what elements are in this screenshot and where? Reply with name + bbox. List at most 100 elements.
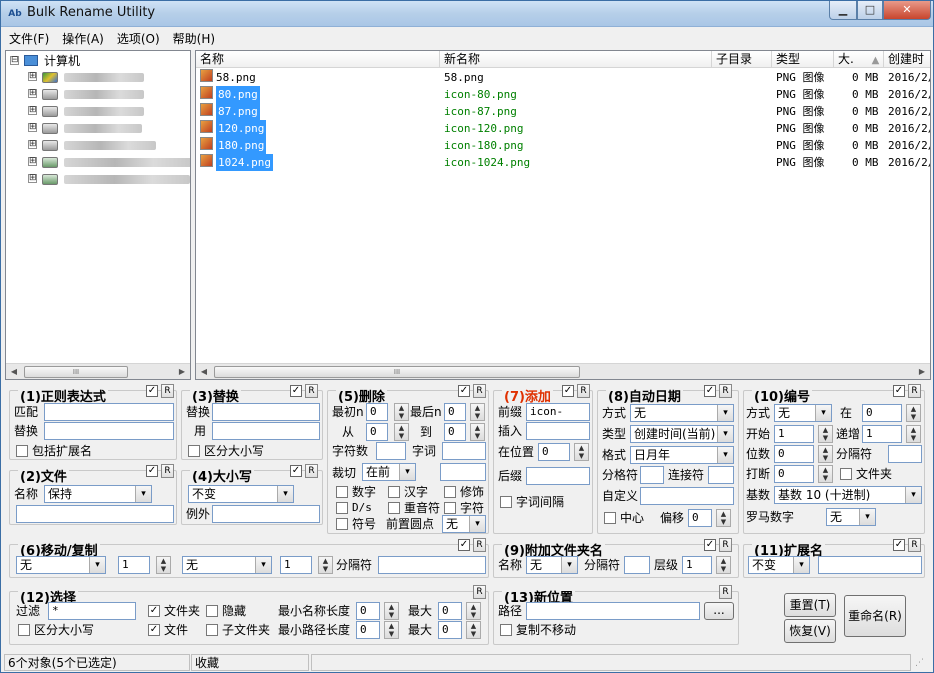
from-input[interactable]: 0 <box>366 423 388 441</box>
ext-enable-checkbox[interactable]: ✓ <box>893 539 905 551</box>
tree-item[interactable]: ⊞ <box>6 69 190 85</box>
num-pad-input[interactable]: 0 <box>774 445 814 463</box>
scroll-thumb[interactable]: III <box>214 366 580 378</box>
numbering-enable-checkbox[interactable]: ✓ <box>893 385 905 397</box>
expand-icon[interactable]: ⊞ <box>28 89 37 98</box>
file-row[interactable]: 180.png icon-180.png PNG 图像 0 MB 2016/2/ <box>196 137 930 154</box>
hanzi-checkbox[interactable] <box>388 486 400 498</box>
case-reset-button[interactable]: R <box>305 464 318 478</box>
column-size[interactable]: 大. ▲ <box>834 51 884 68</box>
num-start-input[interactable]: 1 <box>774 425 814 443</box>
date-mode-select[interactable]: 无 <box>630 404 734 422</box>
file-row[interactable]: 120.png icon-120.png PNG 图像 0 MB 2016/2/ <box>196 120 930 137</box>
menu-options[interactable]: 选项(O) <box>109 28 165 47</box>
filter-input[interactable]: * <box>48 602 136 620</box>
remove-enable-checkbox[interactable]: ✓ <box>458 385 470 397</box>
collapse-icon[interactable]: ⊟ <box>10 56 19 65</box>
column-type[interactable]: 类型 <box>772 51 834 68</box>
sel-files-checkbox[interactable]: ✓ <box>148 624 160 636</box>
num-incr-input[interactable]: 1 <box>862 425 902 443</box>
crop-select[interactable]: 在前 <box>362 463 416 481</box>
accents-checkbox[interactable] <box>388 502 400 514</box>
date-format-select[interactable]: 日月年 <box>630 446 734 464</box>
expand-icon[interactable]: ⊞ <box>28 174 37 183</box>
remove-reset-button[interactable]: R <box>473 384 486 398</box>
move-reset-button[interactable]: R <box>473 538 486 552</box>
menu-actions[interactable]: 操作(A) <box>54 28 109 47</box>
move-count-spinner[interactable]: ▲ ▼ <box>156 556 171 574</box>
maximize-button[interactable]: □ <box>857 1 883 20</box>
column-name[interactable]: 名称 <box>196 51 440 68</box>
folder-enable-checkbox[interactable]: ✓ <box>704 539 716 551</box>
min-path-input[interactable]: 0 <box>356 621 380 639</box>
date-type-select[interactable]: 创建时间(当前) <box>630 425 734 443</box>
num-break-spinner[interactable]: ▲ ▼ <box>818 465 833 483</box>
minimize-button[interactable]: ▁ <box>829 1 857 20</box>
path-input[interactable] <box>526 602 700 620</box>
numbering-reset-button[interactable]: R <box>908 384 921 398</box>
suffix-input[interactable] <box>526 467 590 485</box>
date-offset-input[interactable]: 0 <box>688 509 712 527</box>
prefix-input[interactable]: icon- <box>526 403 590 421</box>
tree-item[interactable]: ⊞ <box>6 103 190 119</box>
date-join-input[interactable] <box>708 466 734 484</box>
ext-reset-button[interactable]: R <box>908 538 921 552</box>
replace-case-checkbox[interactable] <box>188 445 200 457</box>
max-name-input[interactable]: 0 <box>438 602 462 620</box>
num-pad-spinner[interactable]: ▲ ▼ <box>818 445 833 463</box>
file-row[interactable]: 80.png icon-80.png PNG 图像 0 MB 2016/2/ <box>196 86 930 103</box>
min-name-spinner[interactable]: ▲ ▼ <box>384 602 399 620</box>
match-input[interactable] <box>44 403 174 421</box>
sel-hidden-checkbox[interactable] <box>206 605 218 617</box>
tree-item[interactable]: ⊞ <box>6 154 190 170</box>
tree-item[interactable]: ⊞ <box>6 86 190 102</box>
file-enable-checkbox[interactable]: ✓ <box>146 465 158 477</box>
expand-icon[interactable]: ⊞ <box>28 140 37 149</box>
resize-grip-icon[interactable]: ⋰ <box>915 657 929 669</box>
word-space-checkbox[interactable] <box>500 496 512 508</box>
scroll-left-icon[interactable]: ◀ <box>6 364 22 379</box>
date-enable-checkbox[interactable]: ✓ <box>704 385 716 397</box>
file-row[interactable]: 58.png 58.png PNG 图像 0 MB 2016/2/ <box>196 69 930 86</box>
selection-reset-button[interactable]: R <box>473 585 486 599</box>
column-new-name[interactable]: 新名称 <box>440 51 712 68</box>
scroll-right-icon[interactable]: ▶ <box>914 364 930 379</box>
column-subfolder[interactable]: 子目录 <box>712 51 772 68</box>
move-sep-input[interactable] <box>378 556 486 574</box>
num-mode-select[interactable]: 无 <box>774 404 832 422</box>
add-enable-checkbox[interactable]: ✓ <box>562 385 574 397</box>
num-folder-checkbox[interactable] <box>840 468 852 480</box>
ext-mode-select[interactable]: 不变 <box>748 556 810 574</box>
list-horizontal-scrollbar[interactable]: ◀ III ▶ <box>196 363 930 379</box>
move-target-select[interactable]: 无 <box>182 556 272 574</box>
add-reset-button[interactable]: R <box>577 384 590 398</box>
ds-checkbox[interactable] <box>336 502 348 514</box>
tree-root[interactable]: ⊟ 计算机 <box>6 53 190 69</box>
from-spinner[interactable]: ▲ ▼ <box>394 423 409 441</box>
max-name-spinner[interactable]: ▲ ▼ <box>466 602 481 620</box>
case-mode-select[interactable]: 不变 <box>188 485 294 503</box>
sel-folders-checkbox[interactable]: ✓ <box>148 605 160 617</box>
tree-item[interactable]: ⊞ <box>6 137 190 153</box>
chars2-checkbox[interactable] <box>444 502 456 514</box>
scroll-thumb[interactable]: III <box>24 366 128 378</box>
file-name-select[interactable]: 保持 <box>44 485 152 503</box>
expand-icon[interactable]: ⊞ <box>28 106 37 115</box>
reset-button[interactable]: 重置(T) <box>784 593 836 617</box>
at-pos-spinner[interactable]: ▲ ▼ <box>574 443 589 461</box>
date-sep-input[interactable] <box>640 466 664 484</box>
rename-button[interactable]: 重命名(R) <box>844 595 906 637</box>
menu-help[interactable]: 帮助(H) <box>165 28 220 47</box>
num-break-input[interactable]: 0 <box>774 465 814 483</box>
ext-input[interactable] <box>818 556 922 574</box>
move-count2-spinner[interactable]: ▲ ▼ <box>318 556 333 574</box>
sel-subfolders-checkbox[interactable] <box>206 624 218 636</box>
date-reset-button[interactable]: R <box>719 384 732 398</box>
date-offset-spinner[interactable]: ▲ ▼ <box>716 509 731 527</box>
chars-input[interactable] <box>376 442 406 460</box>
scroll-right-icon[interactable]: ▶ <box>174 364 190 379</box>
tree-horizontal-scrollbar[interactable]: ◀ III ▶ <box>6 363 190 379</box>
folder-level-spinner[interactable]: ▲ ▼ <box>716 556 731 574</box>
crop-input[interactable] <box>440 463 486 481</box>
digits-checkbox[interactable] <box>336 486 348 498</box>
